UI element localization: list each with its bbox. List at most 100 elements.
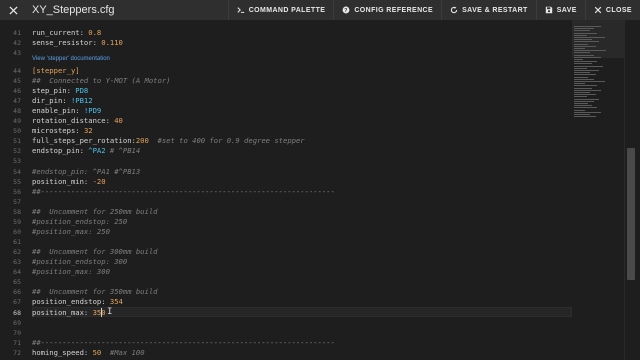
code-comment: #endstop_pin: ^PA1 #^PB13 <box>32 167 141 176</box>
minimap-row <box>574 87 592 89</box>
code-line: microsteps: 32 <box>32 126 93 136</box>
config-value: -20 <box>92 177 106 186</box>
line-number: 48 <box>13 107 21 115</box>
code-line: position_min: -20 <box>32 177 106 187</box>
config-value: 0.110 <box>101 38 123 47</box>
text-cursor <box>101 308 102 317</box>
minimap-row <box>574 116 596 118</box>
code-line: [stepper_y] <box>32 66 80 76</box>
minimap-row <box>574 109 585 111</box>
line-number: 49 <box>13 117 21 125</box>
minimap-row <box>574 65 603 67</box>
line-number: 60 <box>13 228 21 236</box>
code-area[interactable]: View 'stepper' documentation run_current:… <box>32 20 572 360</box>
config-key: microsteps: <box>32 126 84 135</box>
line-number: 67 <box>13 298 21 306</box>
line-number: 59 <box>13 218 21 226</box>
save-label: SAVE <box>556 6 577 14</box>
minimap-row <box>574 103 589 104</box>
config-key: position_min: <box>32 177 93 186</box>
line-number: 41 <box>13 29 21 37</box>
code-comment: ##--------------------------------------… <box>32 187 335 196</box>
line-number: 45 <box>13 77 21 85</box>
code-line: endstop_pin: ^PA2 # ^PB14 <box>32 146 140 156</box>
inline-comment: #Max 100 <box>101 348 145 357</box>
close-button[interactable]: CLOSE <box>586 0 640 20</box>
codelens-stepper-docs[interactable]: View 'stepper' documentation <box>32 56 110 62</box>
save-restart-label: SAVE & RESTART <box>462 6 528 14</box>
code-line: #position_endstop: 250 <box>32 217 127 227</box>
vertical-scrollbar[interactable] <box>624 20 640 360</box>
code-editor[interactable]: 41 42 43 44 45 46 47 48 49 50 51 52 53 54 55 56 57 58 59 60… <box>0 20 572 360</box>
minimap-row <box>574 50 607 52</box>
code-comment: ## Connected to Y-MOT (A Motor) <box>32 76 171 85</box>
minimap-row <box>574 59 583 60</box>
minimap-row <box>574 96 587 98</box>
code-comment: ##--------------------------------------… <box>32 338 335 347</box>
line-number: 51 <box>13 137 21 145</box>
config-value: ^PA2 <box>88 146 106 155</box>
config-key: rotation_distance: <box>32 116 115 125</box>
file-title: XY_Steppers.cfg <box>32 4 115 16</box>
code-line: #position_max: 250 <box>32 227 110 237</box>
minimap-row <box>574 76 589 78</box>
line-number: 71 <box>13 339 21 347</box>
minimap-row <box>574 45 596 47</box>
help-circle-icon: ? <box>342 6 350 14</box>
line-number: 42 <box>13 39 21 47</box>
line-number: 57 <box>13 198 21 206</box>
minimap-row <box>574 105 592 107</box>
command-palette-button[interactable]: COMMAND PALETTE <box>229 0 334 20</box>
line-number: 66 <box>13 288 21 296</box>
minimap-row <box>574 98 600 100</box>
line-number: 68 <box>13 309 21 317</box>
terminal-icon <box>237 7 244 13</box>
line-number: 72 <box>13 349 21 357</box>
minimap-row <box>574 94 596 96</box>
line-number: 58 <box>13 208 21 216</box>
save-restart-button[interactable]: SAVE & RESTART <box>442 0 536 20</box>
minimap[interactable] <box>572 20 624 360</box>
save-button[interactable]: SAVE <box>537 0 585 20</box>
minimap-row <box>574 34 587 36</box>
line-number: 54 <box>13 168 21 176</box>
config-value: 40 <box>114 116 123 125</box>
config-value: !PD9 <box>83 106 102 115</box>
code-line: homing_speed: 50 #Max 100 <box>32 348 145 358</box>
code-line: #position_max: 300 <box>32 267 110 277</box>
toolbar: COMMAND PALETTE ? CONFIG REFERENCE SAVE … <box>227 0 640 20</box>
minimap-row <box>574 89 601 91</box>
config-value: 0.8 <box>88 28 102 37</box>
minimap-row <box>574 48 585 49</box>
minimap-row <box>574 56 601 58</box>
line-number: 46 <box>13 87 21 95</box>
code-line: #endstop_pin: ^PA1 #^PB13 <box>32 167 140 177</box>
code-line: dir_pin: !PB12 <box>32 96 93 106</box>
config-value: PD8 <box>75 86 89 95</box>
config-reference-button[interactable]: ? CONFIG REFERENCE <box>334 0 441 20</box>
line-number: 61 <box>13 238 21 246</box>
line-number: 62 <box>13 248 21 256</box>
minimap-row <box>574 85 598 87</box>
config-key: dir_pin: <box>32 96 71 105</box>
code-line: run_current: 0.8 <box>32 28 101 38</box>
config-key: run_current: <box>32 28 89 37</box>
inline-comment: #set to 400 for 0.9 degree stepper <box>148 136 305 145</box>
editor-header: XY_Steppers.cfg COMMAND PALETTE ? CONFIG… <box>0 0 640 20</box>
code-line: step_pin: PD8 <box>32 86 88 96</box>
config-key: full_steps_per_rotation: <box>32 136 136 145</box>
close-editor-button[interactable] <box>0 0 26 20</box>
close-icon <box>594 6 602 14</box>
config-key: endstop_pin: <box>32 146 89 155</box>
code-line: ##--------------------------------------… <box>32 338 335 348</box>
config-value: 354 <box>109 297 123 306</box>
code-comment: #position_endstop: 250 <box>32 217 128 226</box>
line-number: 56 <box>13 188 21 196</box>
line-number: 64 <box>13 268 21 276</box>
config-key: position_endstop: <box>32 297 110 306</box>
line-number: 47 <box>13 97 21 105</box>
minimap-row <box>574 81 605 82</box>
line-number: 65 <box>13 278 21 286</box>
minimap-row <box>574 26 601 27</box>
scrollbar-thumb[interactable] <box>627 148 635 280</box>
